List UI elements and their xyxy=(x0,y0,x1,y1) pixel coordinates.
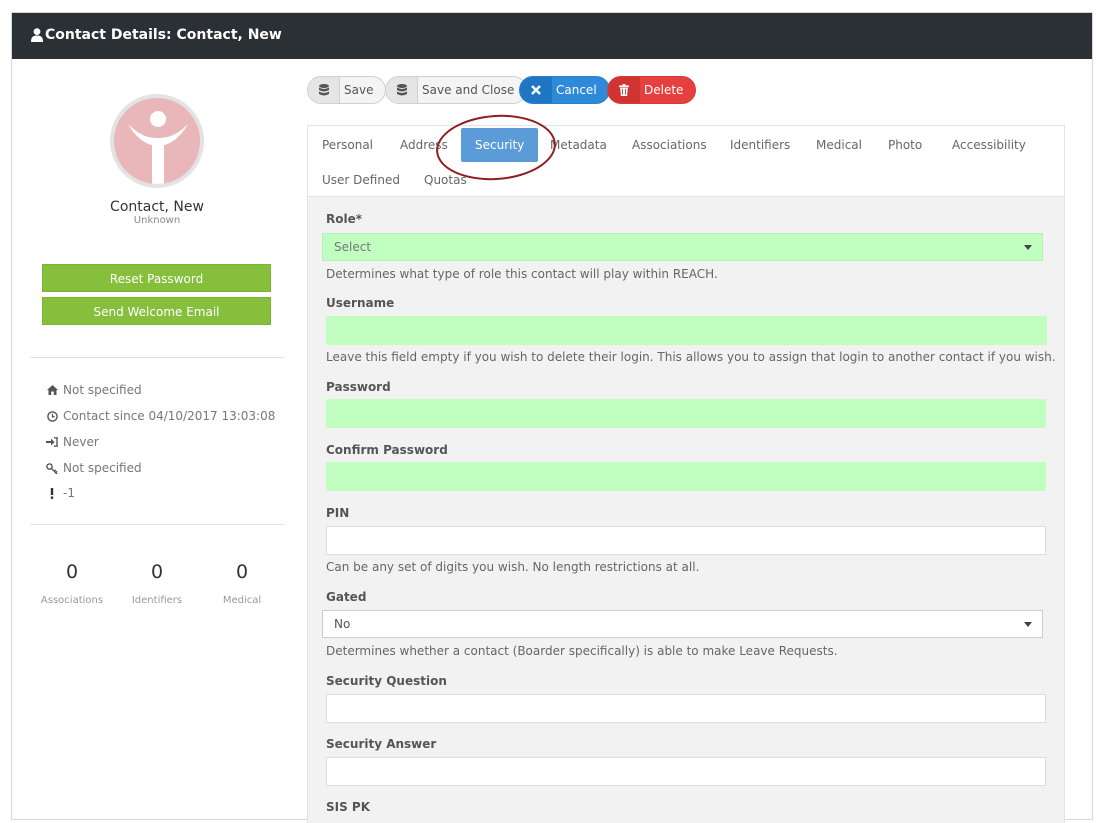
database-icon xyxy=(308,77,340,103)
key-icon xyxy=(46,462,58,474)
save-and-close-label: Save and Close xyxy=(422,83,515,97)
caret-down-icon xyxy=(1024,245,1032,250)
divider xyxy=(30,357,284,358)
tab-personal[interactable]: Personal xyxy=(308,128,387,162)
delete-button[interactable]: Delete xyxy=(607,76,697,104)
stat-identifiers-label: Identifiers xyxy=(131,595,183,606)
home-icon xyxy=(46,384,58,396)
info-address-text: Not specified xyxy=(63,383,142,397)
info-key-text: Not specified xyxy=(63,461,142,475)
tab-user-defined[interactable]: User Defined xyxy=(308,163,414,197)
tab-accessibility[interactable]: Accessibility xyxy=(938,128,1040,162)
info-priority-text: -1 xyxy=(63,486,75,500)
divider xyxy=(30,524,284,525)
save-and-close-button[interactable]: Save and Close xyxy=(385,76,528,104)
reset-password-button[interactable]: Reset Password xyxy=(42,264,271,292)
window-title: Contact Details: Contact, New xyxy=(45,27,282,43)
security-question-input[interactable] xyxy=(326,694,1046,723)
user-icon xyxy=(31,28,43,42)
tab-associations[interactable]: Associations xyxy=(618,128,721,162)
stat-identifiers-count: 0 xyxy=(150,561,164,583)
sign-in-icon xyxy=(46,436,58,448)
security-form-panel xyxy=(307,196,1065,823)
send-welcome-email-button[interactable]: Send Welcome Email xyxy=(42,297,271,325)
security-answer-label: Security Answer xyxy=(326,737,437,751)
role-select-value: Select xyxy=(334,240,372,254)
gated-select-value: No xyxy=(334,617,351,631)
role-select[interactable]: Select xyxy=(322,233,1043,261)
pin-label: PIN xyxy=(326,506,350,520)
tab-medical[interactable]: Medical xyxy=(802,128,876,162)
gated-select[interactable]: No xyxy=(322,610,1043,638)
security-answer-input[interactable] xyxy=(326,757,1046,786)
pin-help-text: Can be any set of digits you wish. No le… xyxy=(326,560,700,574)
delete-button-label: Delete xyxy=(644,83,684,97)
database-icon xyxy=(386,77,418,103)
security-question-label: Security Question xyxy=(326,674,447,688)
trash-icon xyxy=(608,77,640,103)
info-row-last-login: Never xyxy=(46,434,99,450)
person-silhouette-icon xyxy=(114,98,200,184)
clock-icon xyxy=(46,410,58,422)
stat-associations-label: Associations xyxy=(40,595,104,606)
profile-name: Contact, New xyxy=(110,199,204,215)
close-icon xyxy=(520,77,552,103)
caret-down-icon xyxy=(1024,622,1032,627)
stat-associations-count: 0 xyxy=(65,561,79,583)
confirm-password-input[interactable] xyxy=(326,462,1046,491)
role-help-text: Determines what type of role this contac… xyxy=(326,267,718,281)
avatar xyxy=(110,94,204,188)
tab-address[interactable]: Address xyxy=(386,128,462,162)
profile-subtitle: Unknown xyxy=(133,215,181,226)
tab-photo[interactable]: Photo xyxy=(874,128,936,162)
info-row-contact-since: Contact since 04/10/2017 13:03:08 xyxy=(46,408,275,424)
cancel-button-label: Cancel xyxy=(556,83,597,97)
info-row-address: Not specified xyxy=(46,382,142,398)
password-label: Password xyxy=(326,380,391,394)
pin-input[interactable] xyxy=(326,526,1046,555)
sis-pk-label: SIS PK xyxy=(326,800,371,814)
info-row-key: Not specified xyxy=(46,460,142,476)
stat-medical-count: 0 xyxy=(235,561,249,583)
stat-medical-label: Medical xyxy=(222,595,262,606)
tab-identifiers[interactable]: Identifiers xyxy=(716,128,804,162)
cancel-button[interactable]: Cancel xyxy=(519,76,610,104)
gated-label: Gated xyxy=(326,590,367,604)
tab-security[interactable]: Security xyxy=(461,128,539,162)
save-button[interactable]: Save xyxy=(307,76,387,104)
username-help-text: Leave this field empty if you wish to de… xyxy=(326,350,1056,364)
role-label: Role* xyxy=(326,212,363,226)
info-contact-since-text: Contact since 04/10/2017 13:03:08 xyxy=(63,409,276,423)
confirm-password-label: Confirm Password xyxy=(326,443,448,457)
tab-quotas[interactable]: Quotas xyxy=(410,163,481,197)
info-row-priority: -1 xyxy=(46,485,75,501)
gated-help-text: Determines whether a contact (Boarder sp… xyxy=(326,644,838,658)
exclamation-icon xyxy=(46,487,58,499)
username-input[interactable] xyxy=(326,316,1047,345)
username-label: Username xyxy=(326,296,395,310)
window-titlebar: Contact Details: Contact, New xyxy=(12,13,1092,59)
save-button-label: Save xyxy=(344,83,374,97)
tab-metadata[interactable]: Metadata xyxy=(536,128,621,162)
password-input[interactable] xyxy=(326,399,1046,428)
info-last-login-text: Never xyxy=(63,435,99,449)
